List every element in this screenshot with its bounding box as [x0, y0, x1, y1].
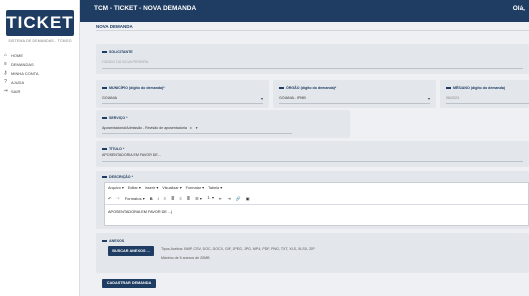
outdent-icon[interactable]: ⇤ — [219, 196, 222, 201]
menu-tabela[interactable]: Tabela ▾ — [208, 185, 222, 190]
menu-visualizar[interactable]: Visualizar ▾ — [162, 185, 181, 190]
municipio-select[interactable]: GOIANIA — [102, 96, 117, 100]
sidebar-item-label: HOME — [11, 52, 23, 58]
italic-icon[interactable]: I — [158, 196, 159, 201]
titulo-panel: TÍTULO * APOSENTADORIA EM FAVOR DE... — [96, 141, 529, 167]
redo-icon[interactable]: ↷ — [116, 196, 119, 201]
anexos-label: ANEXOS — [102, 239, 124, 243]
max-attachments-text: Máximo de 5 anexos de 20MB — [161, 256, 210, 260]
municipio-label: MUNICÍPIO (dígito do demanda)* — [102, 86, 165, 90]
menu-editar[interactable]: Editar ▾ — [128, 185, 141, 190]
justify-icon[interactable]: ≣ — [187, 196, 190, 201]
sidebar-item-ajuda[interactable]: ? AJUDA — [3, 78, 24, 86]
sidebar-item-home[interactable]: ⌂ HOME — [3, 51, 23, 59]
sidebar: TICKET SISTEMA DE DEMANDAS - TCMGO ⌂ HOM… — [0, 0, 80, 296]
help-icon: ? — [4, 79, 7, 85]
exit-icon: ⇥ — [3, 88, 8, 94]
chevron-down-icon[interactable]: ▾ — [196, 126, 198, 130]
sidebar-item-label: MINHA CONTA — [11, 70, 39, 76]
bullet-list-icon[interactable]: ☰ ▾ — [195, 196, 202, 201]
solicitante-field: ITANDO DA SILVA PEREIRA — [102, 60, 149, 64]
indent-icon[interactable]: ⇥ — [227, 196, 230, 201]
link-icon[interactable]: 🔗 — [236, 196, 241, 201]
numbered-list-icon[interactable]: ⒈ ▾ — [207, 195, 214, 201]
servico-select[interactable]: Aposentadoria/Admissão - Revisão de apos… — [102, 126, 198, 130]
editor-menubar: Arquivo ▾ Editar ▾ Inserir ▾ Visualizar … — [108, 185, 222, 190]
align-left-icon[interactable]: ≡ — [164, 196, 166, 201]
app-title: TCM - TICKET - NOVA DEMANDA — [94, 5, 197, 12]
sidebar-item-label: AJUDA — [11, 79, 25, 85]
chevron-down-icon[interactable]: ▾ — [428, 96, 430, 101]
divider — [96, 30, 529, 31]
mes-ano-field[interactable]: 08/2023 — [446, 96, 459, 100]
orgao-label: ÓRGÃO (dígito do demanda)* — [279, 86, 336, 90]
image-icon[interactable]: ▣ — [246, 196, 250, 201]
logo-subtitle: SISTEMA DE DEMANDAS - TCMGO — [8, 39, 72, 43]
sidebar-item-demandas[interactable]: ≡ DEMANDAS — [3, 60, 34, 68]
list-icon: ≡ — [4, 61, 7, 67]
search-attachments-button[interactable]: BUSCAR ANEXOS ... — [108, 246, 154, 256]
breadcrumb: NOVA DEMANDA — [96, 24, 133, 29]
editor-toolbar: ↶ ↷ Formatos ▾ B I ≡ ≣ ≡ ≣ ☰ ▾ ⒈ ▾ ⇤ ⇥ 🔗… — [108, 195, 249, 201]
menu-inserir[interactable]: Inserir ▾ — [145, 185, 159, 190]
align-right-icon[interactable]: ≡ — [179, 196, 181, 201]
menu-arquivo[interactable]: Arquivo ▾ — [108, 185, 124, 190]
servico-panel: SERVIÇO * Aposentadoria/Admissão - Revis… — [96, 110, 350, 138]
rich-text-editor[interactable]: Arquivo ▾ Editar ▾ Inserir ▾ Visualizar … — [104, 182, 529, 226]
bold-icon[interactable]: B — [150, 196, 153, 201]
clear-icon[interactable]: x — [190, 126, 192, 130]
key-icon: ⚷ — [3, 70, 8, 76]
descricao-label: DESCRIÇÃO * — [102, 175, 133, 179]
menu-formatar[interactable]: Formatar ▾ — [186, 185, 204, 190]
servico-value: Aposentadoria/Admissão - Revisão de apos… — [102, 126, 187, 130]
align-center-icon[interactable]: ≣ — [171, 196, 174, 201]
servico-label: SERVIÇO * — [102, 116, 128, 120]
accepted-types-text: Tipos Aceitos: BMP, CSV, DOC, DOCX, GIF,… — [161, 247, 315, 251]
logo: TICKET — [6, 10, 74, 36]
sidebar-item-label: DEMANDAS — [11, 61, 34, 67]
mes-ano-panel: MÊS/ANO (dígito do demanda) 08/2023 — [440, 80, 529, 108]
municipio-panel: MUNICÍPIO (dígito do demanda)* GOIANIA ▾ — [96, 80, 269, 108]
logo-text: TICKET — [6, 13, 74, 32]
orgao-panel: ÓRGÃO (dígito do demanda)* GOIANIA - IPM… — [273, 80, 436, 108]
titulo-label: TÍTULO * — [102, 147, 124, 151]
sidebar-item-minha-conta[interactable]: ⚷ MINHA CONTA — [3, 69, 39, 77]
submit-demand-button[interactable]: CADASTRAR DEMANDA — [102, 279, 156, 288]
editor-content[interactable]: APOSENTADORIA EM FAVOR DE ...| — [108, 210, 172, 214]
chevron-down-icon[interactable]: ▾ — [261, 96, 263, 101]
formats-dropdown[interactable]: Formatos ▾ — [125, 196, 145, 201]
orgao-select[interactable]: GOIANIA - IPMB — [279, 96, 306, 100]
sidebar-item-sair[interactable]: ⇥ SAIR — [3, 87, 20, 95]
sidebar-item-label: SAIR — [11, 88, 21, 94]
editor-divider — [105, 204, 528, 205]
solicitante-panel: SOLICITANTE ITANDO DA SILVA PEREIRA — [96, 44, 529, 74]
undo-icon[interactable]: ↶ — [108, 196, 111, 201]
home-icon: ⌂ — [3, 52, 8, 58]
top-bar: TCM - TICKET - NOVA DEMANDA Olá, — [80, 0, 529, 22]
mes-ano-label: MÊS/ANO (dígito do demanda) — [446, 86, 505, 90]
titulo-field[interactable]: APOSENTADORIA EM FAVOR DE... — [102, 153, 161, 157]
user-greeting[interactable]: Olá, — [513, 5, 525, 12]
solicitante-label: SOLICITANTE — [102, 50, 133, 54]
anexos-panel: ANEXOS BUSCAR ANEXOS ... Tipos Aceitos: … — [96, 233, 529, 273]
